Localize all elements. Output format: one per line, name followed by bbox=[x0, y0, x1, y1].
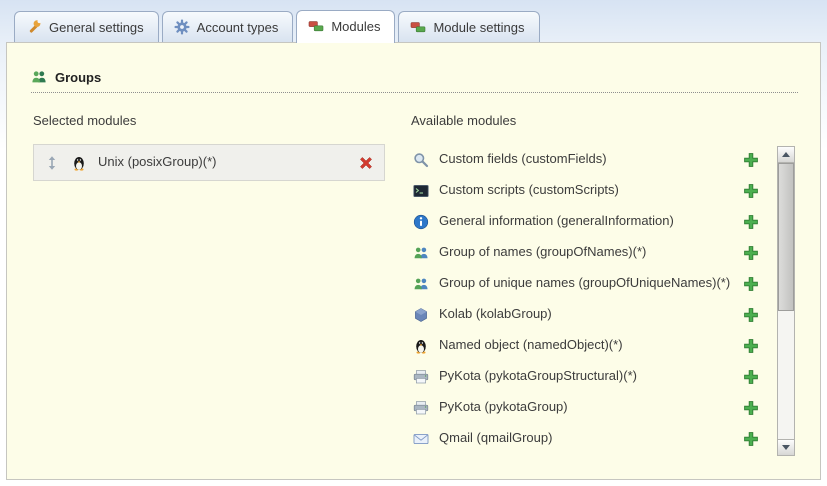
tab-account-types[interactable]: Account types bbox=[162, 11, 294, 42]
add-module-button[interactable] bbox=[743, 214, 759, 230]
tab-label: General settings bbox=[49, 20, 144, 35]
group-icon bbox=[413, 245, 429, 261]
module-label: Unix (posixGroup)(*) bbox=[98, 154, 347, 170]
modules-icon bbox=[410, 19, 426, 35]
module-label: PyKota (pykotaGroupStructural)(*) bbox=[439, 368, 733, 384]
add-module-button[interactable] bbox=[743, 152, 759, 168]
available-module-row: Qmail (qmailGroup) bbox=[411, 423, 761, 454]
scrollbar-down-button[interactable] bbox=[778, 439, 794, 455]
info-icon bbox=[413, 214, 429, 230]
arrow-down-icon bbox=[782, 445, 790, 450]
module-label: Custom scripts (customScripts) bbox=[439, 182, 733, 198]
available-module-row: Custom scripts (customScripts) bbox=[411, 175, 761, 206]
scrollbar-up-button[interactable] bbox=[778, 147, 794, 163]
available-module-row: Named object (namedObject)(*) bbox=[411, 330, 761, 361]
printer-icon bbox=[413, 369, 429, 385]
available-module-row: Custom fields (customFields) bbox=[411, 144, 761, 175]
printer-icon bbox=[413, 400, 429, 416]
available-modules-scrollbar[interactable] bbox=[777, 146, 795, 456]
tab-modules[interactable]: Modules bbox=[296, 10, 395, 43]
tab-label: Modules bbox=[331, 19, 380, 34]
module-label: Kolab (kolabGroup) bbox=[439, 306, 733, 322]
available-module-row: PyKota (pykotaGroup) bbox=[411, 392, 761, 423]
module-label: General information (generalInformation) bbox=[439, 213, 733, 229]
module-label: Group of unique names (groupOfUniqueName… bbox=[439, 275, 733, 291]
group-icon bbox=[413, 276, 429, 292]
remove-module-button[interactable] bbox=[358, 155, 374, 171]
tab-label: Module settings bbox=[433, 20, 524, 35]
modules-icon bbox=[308, 18, 324, 34]
available-modules-header: Available modules bbox=[411, 113, 801, 128]
module-label: Custom fields (customFields) bbox=[439, 151, 733, 167]
tux-icon bbox=[413, 338, 429, 354]
section-title: Groups bbox=[55, 70, 101, 85]
add-module-button[interactable] bbox=[743, 245, 759, 261]
scrollbar-thumb[interactable] bbox=[778, 163, 794, 311]
gear-icon bbox=[174, 19, 190, 35]
scrollbar-track[interactable] bbox=[778, 163, 794, 439]
selected-modules-header: Selected modules bbox=[33, 113, 411, 128]
tools-icon bbox=[26, 19, 42, 35]
module-label: PyKota (pykotaGroup) bbox=[439, 399, 733, 415]
module-label: Qmail (qmailGroup) bbox=[439, 430, 733, 446]
available-modules-list: Custom fields (customFields) Custom scri… bbox=[411, 144, 761, 454]
add-module-button[interactable] bbox=[743, 431, 759, 447]
available-module-row: General information (generalInformation) bbox=[411, 206, 761, 237]
modules-panel: Groups Selected modules Unix (posixGroup… bbox=[6, 42, 821, 480]
add-module-button[interactable] bbox=[743, 307, 759, 323]
drag-handle-icon[interactable] bbox=[44, 155, 60, 171]
add-module-button[interactable] bbox=[743, 276, 759, 292]
available-module-row: PyKota (pykotaGroupStructural)(*) bbox=[411, 361, 761, 392]
available-module-row: Group of unique names (groupOfUniqueName… bbox=[411, 268, 761, 299]
settings-tabbar: General settings Account types Modules M… bbox=[0, 0, 827, 42]
module-label: Group of names (groupOfNames)(*) bbox=[439, 244, 733, 260]
groups-icon bbox=[31, 69, 47, 85]
available-module-row: Kolab (kolabGroup) bbox=[411, 299, 761, 330]
add-module-button[interactable] bbox=[743, 369, 759, 385]
mail-icon bbox=[413, 431, 429, 447]
tab-label: Account types bbox=[197, 20, 279, 35]
tab-general-settings[interactable]: General settings bbox=[14, 11, 159, 42]
selected-module-row[interactable]: Unix (posixGroup)(*) bbox=[33, 144, 385, 181]
terminal-icon bbox=[413, 183, 429, 199]
add-module-button[interactable] bbox=[743, 338, 759, 354]
available-module-row: Group of names (groupOfNames)(*) bbox=[411, 237, 761, 268]
selected-modules-list: Unix (posixGroup)(*) bbox=[33, 144, 411, 181]
groups-section-header: Groups bbox=[31, 69, 798, 93]
magnifier-icon bbox=[413, 152, 429, 168]
module-label: Named object (namedObject)(*) bbox=[439, 337, 733, 353]
tux-icon bbox=[71, 155, 87, 171]
kolab-icon bbox=[413, 307, 429, 323]
add-module-button[interactable] bbox=[743, 400, 759, 416]
add-module-button[interactable] bbox=[743, 183, 759, 199]
tab-module-settings[interactable]: Module settings bbox=[398, 11, 539, 42]
arrow-up-icon bbox=[782, 152, 790, 157]
